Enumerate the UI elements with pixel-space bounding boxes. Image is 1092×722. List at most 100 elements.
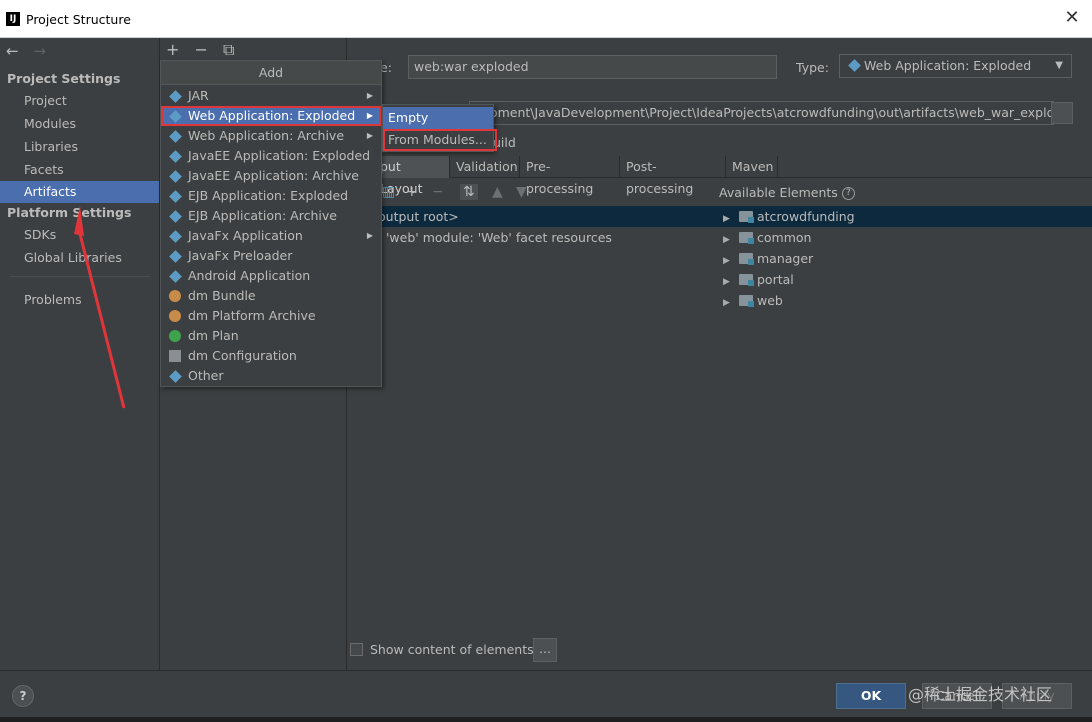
tab-post-processing[interactable]: Post-processing <box>620 156 726 196</box>
add-menu-item-dm-plan[interactable]: dm Plan <box>161 326 381 346</box>
sidebar-item-modules[interactable]: Modules <box>0 113 159 135</box>
sidebar-item-artifacts[interactable]: Artifacts <box>0 181 159 203</box>
platform-settings-heading: Platform Settings <box>7 205 132 220</box>
back-arrow-icon[interactable]: ← <box>6 42 19 60</box>
create-directory-icon[interactable]: ▥ <box>382 184 395 200</box>
copy-icon[interactable]: ⧉ <box>223 40 234 59</box>
ok-button[interactable]: OK <box>836 683 906 709</box>
ejb-icon <box>169 210 182 223</box>
sort-icon[interactable]: ⇅ <box>460 184 478 200</box>
available-item-manager[interactable]: ▶ manager <box>719 248 1092 269</box>
javaee-icon <box>169 150 182 163</box>
artifact-tabs: put Layout Validation Pre-processing Pos… <box>348 156 1092 196</box>
web-app-icon <box>169 110 182 123</box>
remove-icon[interactable]: − <box>195 40 208 59</box>
dialog-button-bar: ? OK Cancel Apply @稀土掘金技术社区 <box>0 670 1092 722</box>
tab-output-layout[interactable]: put Layout <box>374 156 450 196</box>
add-menu-item-other[interactable]: Other <box>161 366 381 386</box>
tab-validation[interactable]: Validation <box>450 156 520 178</box>
add-menu-item-dm-bundle[interactable]: dm Bundle <box>161 286 381 306</box>
add-menu-item-ejb-application-exploded[interactable]: EJB Application: Exploded <box>161 186 381 206</box>
add-menu-item-dm-platform-archive[interactable]: dm Platform Archive <box>161 306 381 326</box>
submenu-arrow-icon: ▶ <box>366 131 373 140</box>
available-item-portal[interactable]: ▶ portal <box>719 269 1092 290</box>
add-menu-item-javaee-application-exploded[interactable]: JavaEE Application: Exploded <box>161 146 381 166</box>
output-root-row[interactable]: output root> <box>348 206 719 227</box>
intellij-app-icon: IJ <box>6 12 20 26</box>
add-menu-item-label: Android Application <box>188 268 311 283</box>
add-menu-item-label: EJB Application: Exploded <box>188 188 349 203</box>
jar-icon <box>169 90 182 103</box>
dm-plan-icon <box>169 330 181 342</box>
sidebar-item-project[interactable]: Project <box>0 90 159 112</box>
available-item-atcrowdfunding[interactable]: ▶ atcrowdfunding <box>719 206 1092 227</box>
layout-toolbar: ▥ + − ⇅ ▲ ▼ <box>348 182 708 204</box>
submenu-item-empty[interactable]: Empty <box>383 107 493 129</box>
add-menu-item-javaee-application-archive[interactable]: JavaEE Application: Archive <box>161 166 381 186</box>
show-content-options-button[interactable]: ... <box>533 638 557 662</box>
submenu-item-from-modules[interactable]: From Modules... <box>383 129 497 151</box>
expand-arrow-icon[interactable]: ▶ <box>723 293 733 314</box>
add-menu-item-dm-configuration[interactable]: dm Configuration <box>161 346 381 366</box>
add-menu-item-javafx-preloader[interactable]: JavaFx Preloader <box>161 246 381 266</box>
sidebar-item-facets[interactable]: Facets <box>0 159 159 181</box>
output-directory-input[interactable]: opment\JavaDevelopment\Project\IdeaProje… <box>469 101 1054 125</box>
add-menu-item-javafx-application[interactable]: JavaFx Application ▶ <box>161 226 381 246</box>
javafx-icon <box>169 230 182 243</box>
move-up-icon[interactable]: ▲ <box>492 184 503 200</box>
web-app-icon <box>169 130 182 143</box>
submenu-arrow-icon: ▶ <box>366 111 373 120</box>
add-menu-item-label: JavaEE Application: Exploded <box>188 148 371 163</box>
add-menu-item-android-application[interactable]: Android Application <box>161 266 381 286</box>
add-menu-item-label: dm Plan <box>188 328 239 343</box>
show-content-checkbox[interactable] <box>350 643 363 656</box>
remove-element-icon[interactable]: − <box>432 184 444 200</box>
add-icon[interactable]: + <box>166 40 179 59</box>
add-menu-item-web-application-exploded[interactable]: Web Application: Exploded ▶ <box>161 106 381 126</box>
help-icon[interactable]: ? <box>841 187 855 200</box>
artifacts-toolbar: + − ⧉ <box>166 40 244 60</box>
add-menu-item-web-application-archive[interactable]: Web Application: Archive ▶ <box>161 126 381 146</box>
chevron-down-icon: ▼ <box>1055 60 1063 71</box>
help-button[interactable]: ? <box>12 685 34 707</box>
show-content-label: Show content of elements <box>370 642 534 657</box>
artifact-type-select[interactable]: Web Application: Exploded ▼ <box>839 54 1072 78</box>
move-down-icon[interactable]: ▼ <box>516 184 527 200</box>
other-icon <box>169 370 182 383</box>
type-label: Type: <box>796 60 829 75</box>
sidebar-item-sdks[interactable]: SDKs <box>0 224 159 246</box>
add-menu-item-label: JavaEE Application: Archive <box>188 168 359 183</box>
add-menu-item-label: JavaFx Application <box>188 228 303 243</box>
tab-maven[interactable]: Maven <box>726 156 778 178</box>
submenu-arrow-icon: ▶ <box>366 231 373 240</box>
settings-sidebar: ← → Project Settings Project Modules Lib… <box>0 38 160 670</box>
forward-arrow-icon[interactable]: → <box>33 42 46 60</box>
sidebar-item-libraries[interactable]: Libraries <box>0 136 159 158</box>
project-settings-heading: Project Settings <box>7 71 121 86</box>
folder-browse-icon[interactable] <box>1051 102 1073 124</box>
available-item-common[interactable]: ▶ common <box>719 227 1092 248</box>
tab-pre-processing[interactable]: Pre-processing <box>520 156 620 196</box>
available-item-web[interactable]: ▶ web <box>719 290 1092 311</box>
sidebar-item-problems[interactable]: Problems <box>0 289 159 311</box>
add-copy-icon[interactable]: + <box>406 184 418 200</box>
web-facet-resources-row[interactable]: 'web' module: 'Web' facet resources <box>348 227 719 248</box>
web-app-icon <box>848 59 861 72</box>
window-titlebar: IJ Project Structure ✕ <box>0 0 1092 38</box>
dm-platform-icon <box>169 310 181 322</box>
add-artifact-menu: Add JAR ▶ Web Application: Exploded ▶ Web Ap… <box>160 60 382 387</box>
window-title: Project Structure <box>26 12 131 27</box>
add-menu-item-label: EJB Application: Archive <box>188 208 337 223</box>
dm-bundle-icon <box>169 290 181 302</box>
close-icon[interactable]: ✕ <box>1062 8 1082 28</box>
available-elements-label: Available Elements? <box>719 185 855 200</box>
module-folder-icon <box>739 211 754 223</box>
add-menu-item-label: dm Platform Archive <box>188 308 316 323</box>
android-icon <box>169 270 182 283</box>
module-folder-icon <box>739 295 754 307</box>
sidebar-item-global-libraries[interactable]: Global Libraries <box>0 247 159 269</box>
artifact-name-input[interactable]: web:war exploded <box>408 55 777 79</box>
add-menu-item-ejb-application-archive[interactable]: EJB Application: Archive <box>161 206 381 226</box>
add-menu-item-jar[interactable]: JAR ▶ <box>161 86 381 106</box>
javafx-icon <box>169 250 182 263</box>
